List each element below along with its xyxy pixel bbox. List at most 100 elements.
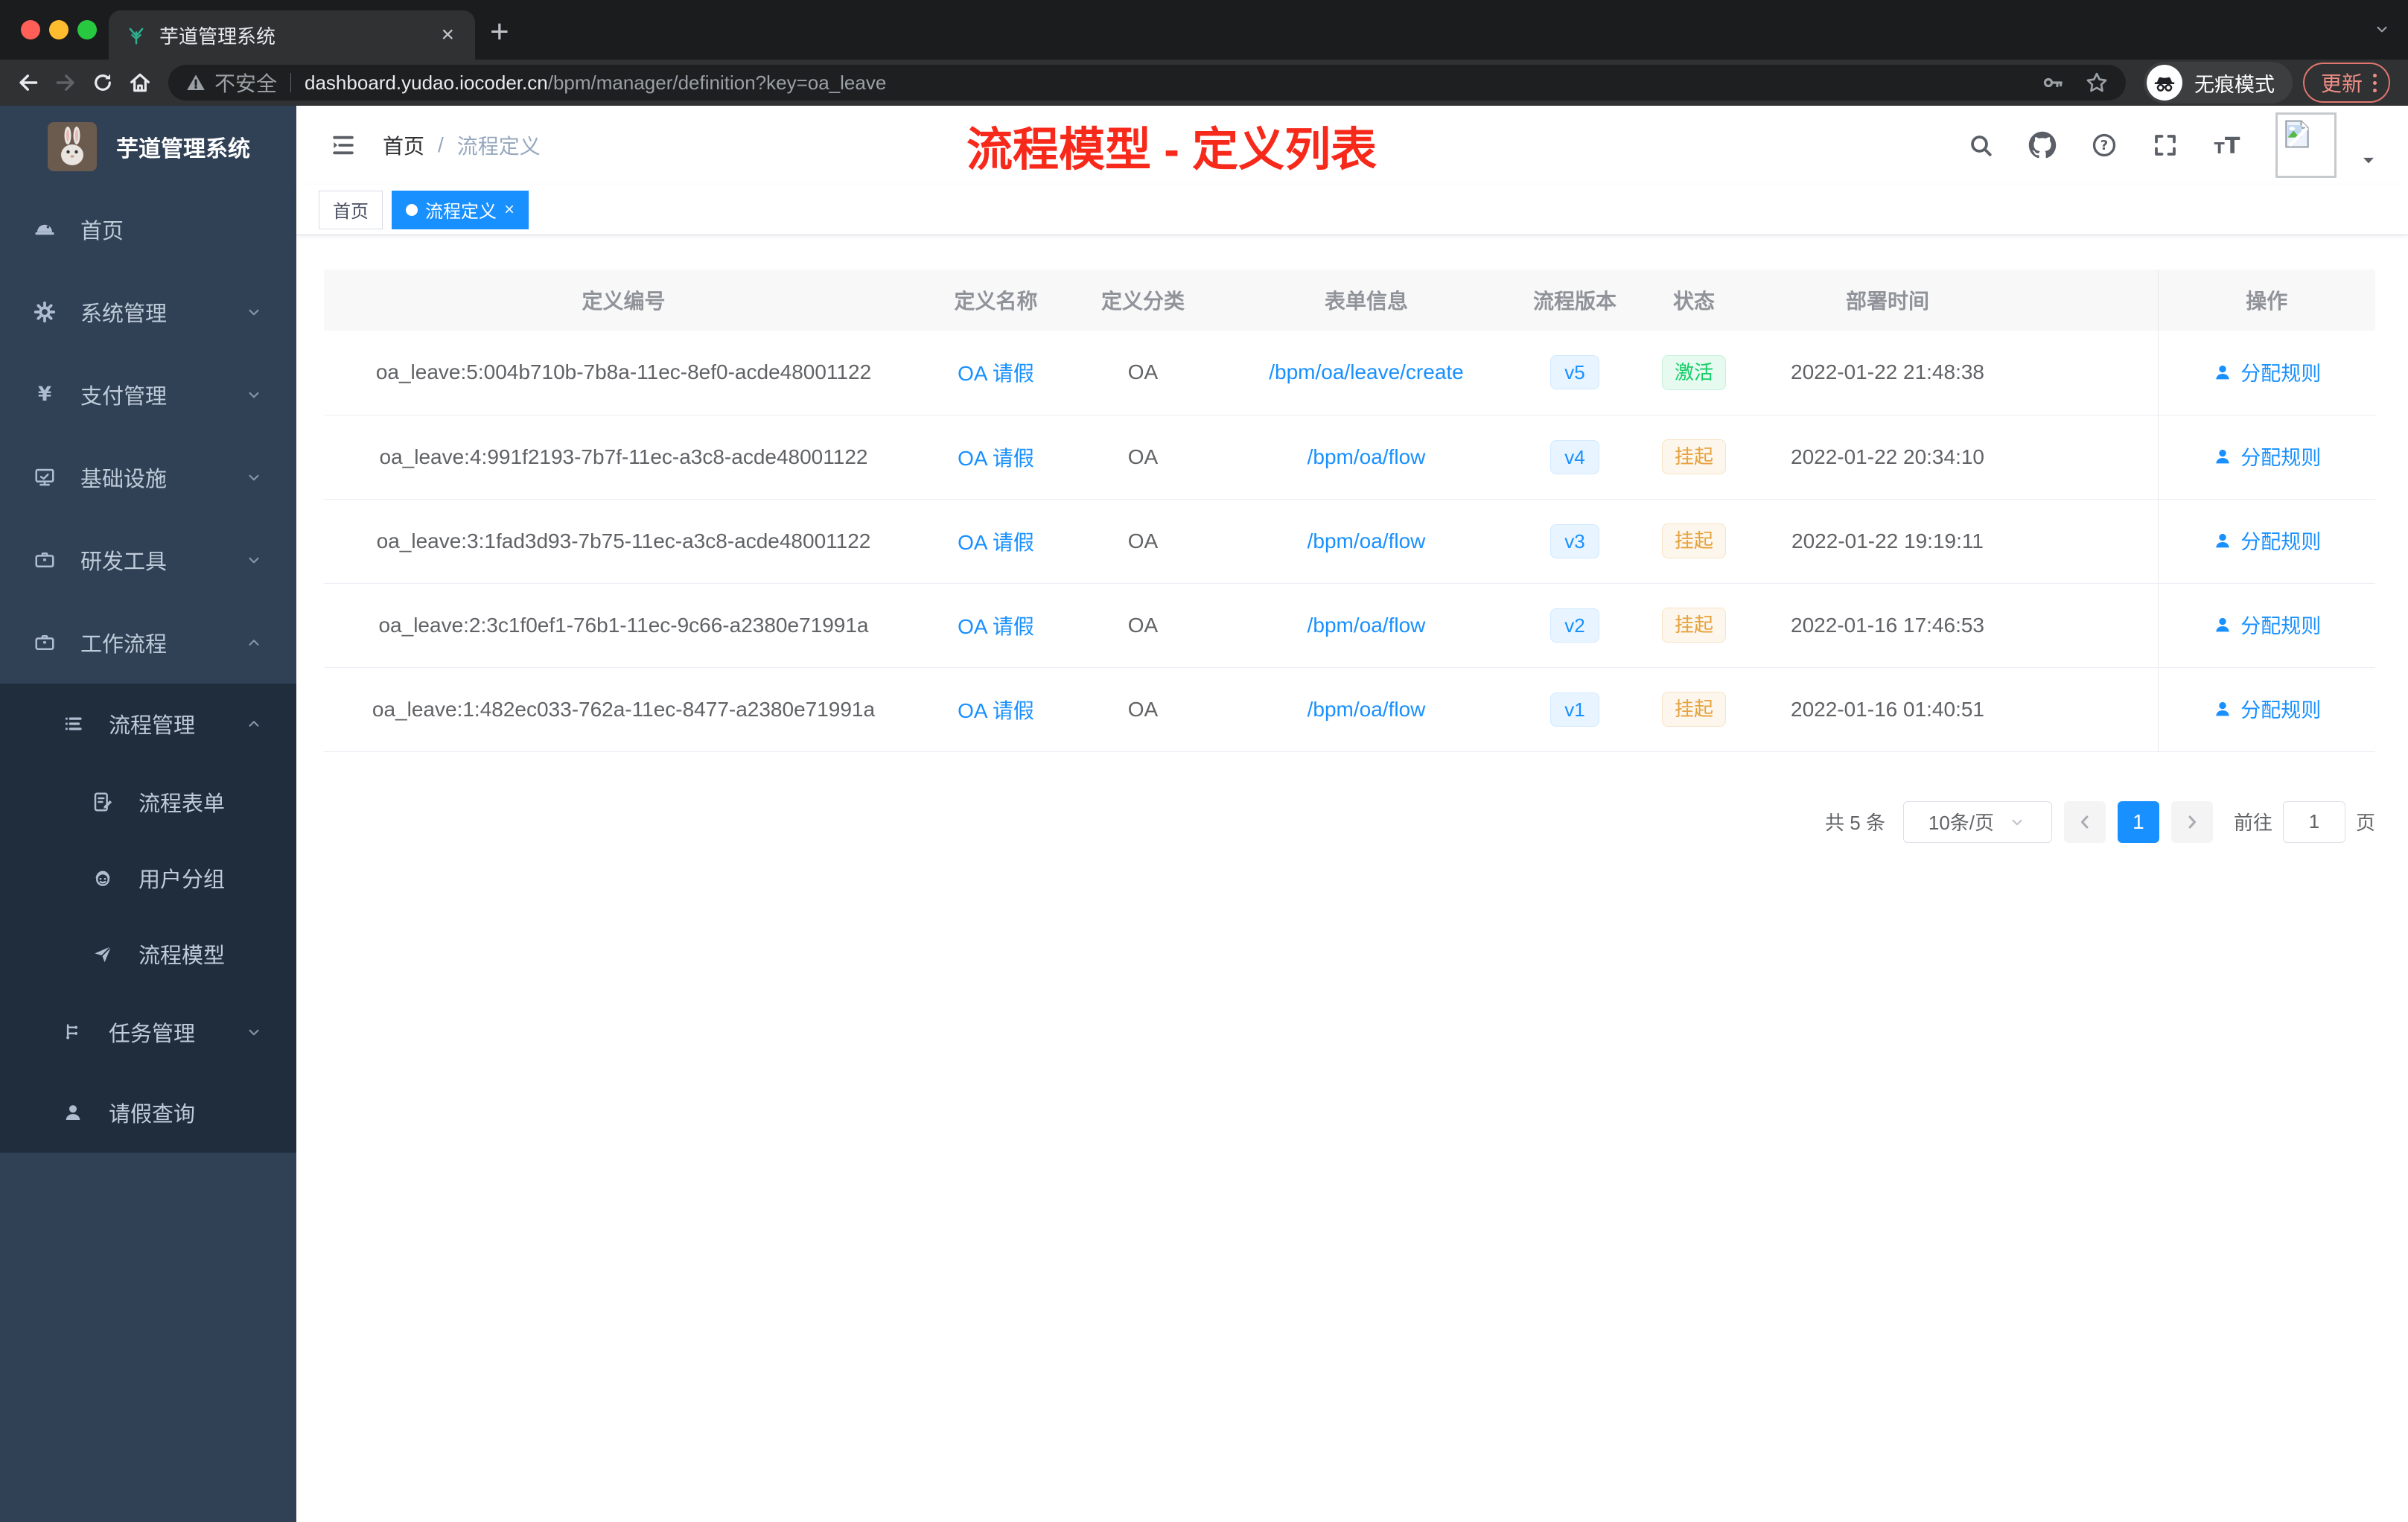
kebab-menu-icon[interactable] [2373,73,2377,92]
form-link[interactable]: /bpm/oa/flow [1307,529,1426,553]
tag-active-dot [406,203,418,216]
definition-name-link[interactable]: OA 请假 [958,531,1034,554]
cell-definition-name: OA 请假 [923,667,1068,752]
list-icon [58,713,88,735]
page-size-select[interactable]: 10条/页 [1902,800,2052,843]
sidebar-item-8[interactable]: 用户分组 [0,840,296,916]
chevron-down-icon [244,302,264,322]
home-icon[interactable] [124,66,156,99]
browser-tab[interactable]: 芋道管理系统 × [109,10,475,60]
sidebar-item-10[interactable]: 任务管理 [0,992,296,1072]
security-label: 不安全 [214,72,278,95]
assign-rule-link[interactable]: 分配规则 [2212,694,2321,723]
font-size-icon[interactable]: TT [2213,131,2241,159]
definition-name-link[interactable]: OA 请假 [958,362,1034,385]
tab-strip: 芋道管理系统 × + [0,0,2408,60]
assign-rule-link[interactable]: 分配规则 [2212,357,2321,386]
version-badge: v5 [1550,355,1599,390]
tab-close-icon[interactable]: × [436,22,459,48]
dashboard-icon [30,218,60,241]
sidebar-item-3[interactable]: 基础设施 [0,436,296,518]
definition-name-link[interactable]: OA 请假 [958,615,1034,638]
monitor-icon [30,466,60,488]
sidebar-item-6[interactable]: 流程管理 [0,684,296,764]
search-icon[interactable] [1967,132,1994,159]
select-caret-icon [2007,812,2027,832]
cell-operations: 分配规则 [2157,499,2375,584]
form-link[interactable]: /bpm/oa/flow [1307,698,1426,721]
form-link[interactable]: /bpm/oa/flow [1307,445,1426,468]
prev-page-button[interactable] [2063,800,2106,843]
sidebar-item-label: 基础设施 [80,467,168,491]
traffic-lights [21,20,97,39]
tags-view-bar: 首页 流程定义 × [296,185,2408,235]
bookmark-star-icon[interactable] [2084,70,2109,95]
cell-status: 挂起 [1634,499,1754,584]
chevron-down-icon [244,468,264,487]
tag-1[interactable]: 流程定义 × [392,190,529,229]
user-icon [58,1101,88,1124]
tab-search-chevron-icon[interactable] [2372,19,2392,39]
help-icon[interactable]: ? [2091,132,2118,159]
cell-operations: 分配规则 [2157,331,2375,415]
tag-close-icon[interactable]: × [504,200,515,220]
table-row: oa_leave:2:3c1f0ef1-76b1-11ec-9c66-a2380… [324,583,2375,668]
new-tab-button[interactable]: + [490,13,509,51]
definition-table: 定义编号 定义名称 定义分类 表单信息 流程版本 状态 部署时间 操作 oa_leave:5:… [324,270,2375,752]
column-header: 定义分类 [1068,270,1217,331]
cell-form: /bpm/oa/leave/create [1217,331,1515,415]
status-badge: 挂起 [1661,439,1726,474]
form-link[interactable]: /bpm/oa/leave/create [1269,360,1464,383]
person-icon [2212,698,2233,719]
zoom-window-button[interactable] [77,20,97,39]
version-badge: v1 [1550,692,1599,727]
chrome-update-button[interactable]: 更新 [2302,63,2390,103]
password-key-icon[interactable] [2041,71,2065,95]
breadcrumb-home[interactable]: 首页 [383,130,424,160]
sidebar-item-label: 首页 [80,219,124,243]
tag-label: 首页 [333,202,369,222]
sidebar-item-11[interactable]: 请假查询 [0,1072,296,1153]
assign-rule-link[interactable]: 分配规则 [2212,526,2321,555]
sidebar-item-9[interactable]: 流程模型 [0,916,296,992]
assign-rule-label: 分配规则 [2240,615,2322,638]
forward-icon[interactable] [49,66,82,99]
definition-name-link[interactable]: OA 请假 [958,447,1034,470]
cell-deploy-time: 2022-01-16 17:46:53 [1754,583,2022,668]
assign-rule-link[interactable]: 分配规则 [2212,442,2321,471]
table-row: oa_leave:1:482ec033-762a-11ec-8477-a2380… [324,667,2375,752]
version-badge: v3 [1550,523,1599,558]
close-window-button[interactable] [21,20,40,39]
back-icon[interactable] [12,66,45,99]
yen-icon: ¥ [30,383,60,406]
sidebar-item-label: 支付管理 [80,384,168,409]
sidebar-item-7[interactable]: 流程表单 [0,764,296,840]
cell-version: v2 [1515,583,1634,668]
sidebar-item-1[interactable]: 系统管理 [0,270,296,353]
hamburger-icon[interactable] [329,131,357,159]
sidebar-item-0[interactable]: 首页 [0,188,296,270]
next-page-button[interactable] [2170,800,2213,843]
github-icon[interactable] [2028,131,2057,159]
avatar-caret-down-icon[interactable] [2357,149,2380,171]
page-1-button[interactable]: 1 [2117,800,2159,843]
sidebar-item-2[interactable]: ¥ 支付管理 [0,353,296,436]
sidebar-item-4[interactable]: 研发工具 [0,518,296,601]
user-avatar-broken-image[interactable] [2275,112,2337,178]
update-label: 更新 [2320,72,2363,95]
goto-page-input[interactable] [2282,800,2345,843]
sidebar-item-5[interactable]: 工作流程 [0,601,296,684]
minimize-window-button[interactable] [49,20,69,39]
chevron-up-icon [244,714,264,733]
address-bar[interactable]: 不安全 dashboard.yudao.iocoder.cn /bpm/mana… [168,65,2126,101]
form-link[interactable]: /bpm/oa/flow [1307,614,1426,637]
tag-label: 流程定义 [425,202,497,222]
tag-0[interactable]: 首页 [319,190,383,229]
reload-icon[interactable] [86,66,119,99]
app-logo-row[interactable]: 芋道管理系统 [0,106,296,188]
cell-category: OA [1068,415,1217,500]
assign-rule-link[interactable]: 分配规则 [2212,610,2321,639]
cell-version: v1 [1515,667,1634,752]
fullscreen-icon[interactable] [2152,132,2179,159]
definition-name-link[interactable]: OA 请假 [958,699,1034,722]
